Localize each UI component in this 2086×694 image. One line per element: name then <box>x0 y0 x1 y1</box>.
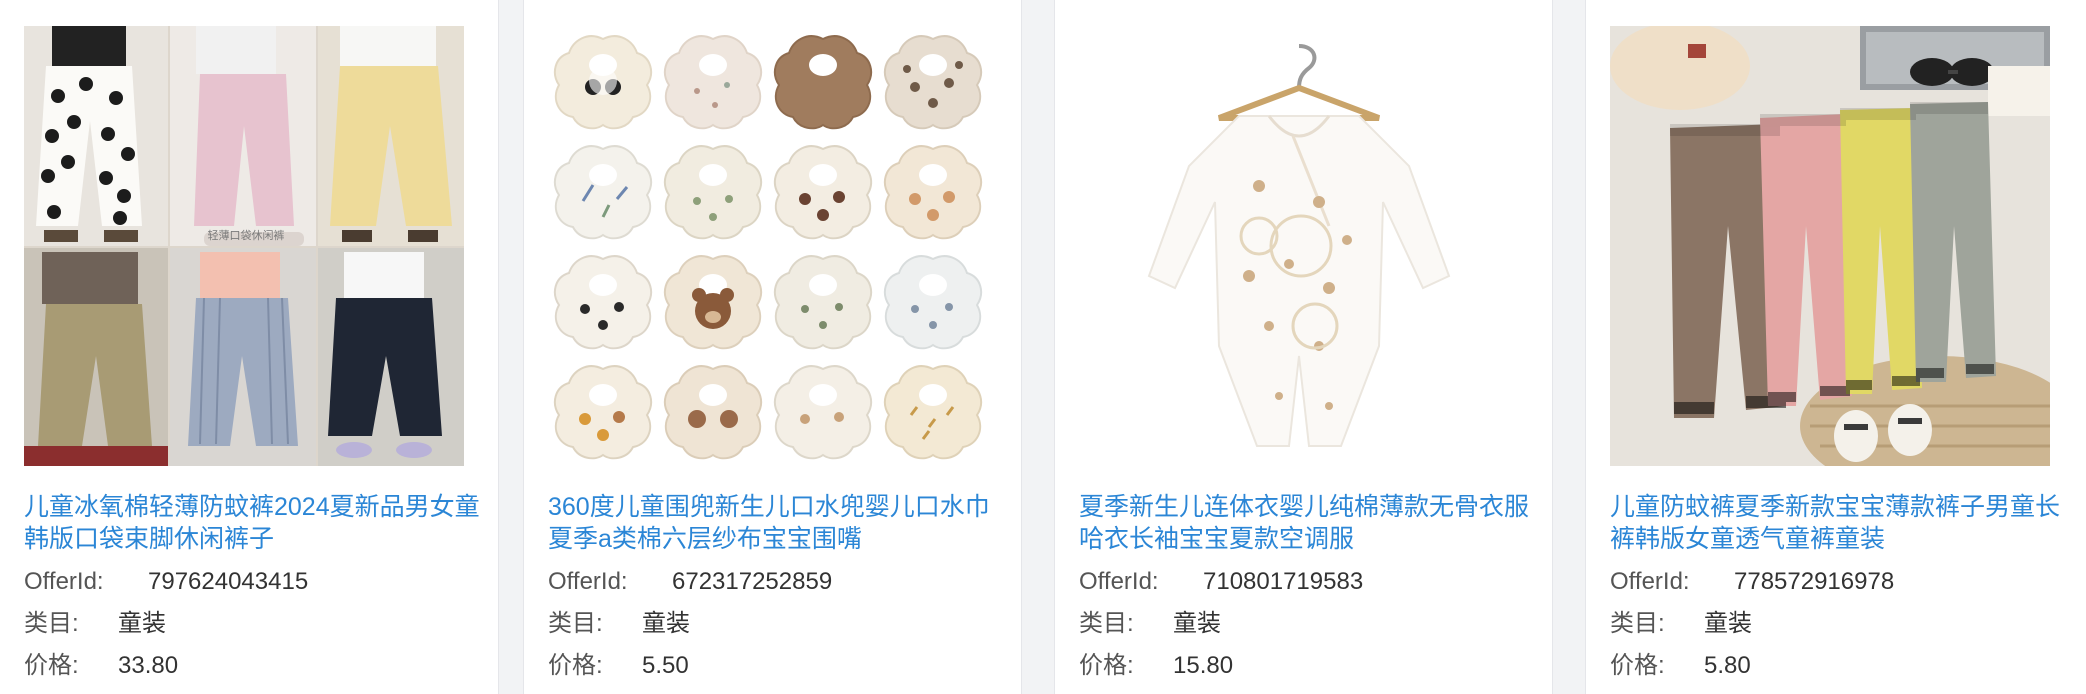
category-value: 童装 <box>642 610 690 637</box>
category-value: 童装 <box>1704 610 1752 637</box>
product-grid: 轻薄口袋休闲裤 儿童冰氧棉轻薄防蚊裤2024夏新品男女童韩版口袋束脚休闲裤子 O… <box>0 0 2086 694</box>
price-value: 5.50 <box>642 652 689 679</box>
product-image[interactable]: 轻薄口袋休闲裤 <box>24 26 464 466</box>
offer-id-value: 778572916978 <box>1734 568 1895 595</box>
category-row: 类目: 童装 <box>1079 608 1221 640</box>
category-label: 类目: <box>1079 610 1134 637</box>
image-caption: 轻薄口袋休闲裤 <box>208 228 285 242</box>
price-row: 价格: 5.50 <box>548 650 689 682</box>
product-title-link[interactable]: 儿童冰氧棉轻薄防蚊裤2024夏新品男女童韩版口袋束脚休闲裤子 <box>24 491 484 555</box>
product-image[interactable] <box>1079 26 1519 466</box>
price-value: 33.80 <box>118 652 179 679</box>
price-label: 价格: <box>548 652 603 679</box>
offer-id-row: OfferId: 710801719583 <box>1079 566 1363 598</box>
product-title-link[interactable]: 儿童防蚊裤夏季新款宝宝薄款裤子男童长裤韩版女童透气童裤童装 <box>1610 491 2070 555</box>
offer-id-value: 797624043415 <box>148 568 309 595</box>
offer-id-label: OfferId: <box>1610 568 1690 595</box>
category-value: 童装 <box>1173 610 1221 637</box>
price-row: 价格: 15.80 <box>1079 650 1233 682</box>
offer-id-row: OfferId: 672317252859 <box>548 566 832 598</box>
price-value: 15.80 <box>1173 652 1234 679</box>
offer-id-label: OfferId: <box>548 568 628 595</box>
product-card[interactable]: 夏季新生儿连体衣婴儿纯棉薄款无骨衣服哈衣长袖宝宝夏款空调服 OfferId: 71… <box>1054 0 1553 694</box>
category-value: 童装 <box>118 610 166 637</box>
price-row: 价格: 5.80 <box>1610 650 1751 682</box>
product-title-link[interactable]: 360度儿童围兜新生儿口水兜婴儿口水巾夏季a类棉六层纱布宝宝围嘴 <box>548 491 1008 555</box>
category-label: 类目: <box>1610 610 1665 637</box>
kids-pants-flatlay-photo <box>1610 26 2050 466</box>
offer-id-label: OfferId: <box>1079 568 1159 595</box>
kids-pants-collage-photo: 轻薄口袋休闲裤 <box>24 26 464 466</box>
baby-bibs-grid-photo <box>548 26 988 466</box>
category-label: 类目: <box>548 610 603 637</box>
offer-id-value: 672317252859 <box>672 568 833 595</box>
product-title-link[interactable]: 夏季新生儿连体衣婴儿纯棉薄款无骨衣服哈衣长袖宝宝夏款空调服 <box>1079 491 1539 555</box>
product-image[interactable] <box>1610 26 2050 466</box>
baby-romper-photo <box>1079 26 1519 466</box>
price-value: 5.80 <box>1704 652 1751 679</box>
price-label: 价格: <box>1079 652 1134 679</box>
price-row: 价格: 33.80 <box>24 650 178 682</box>
offer-id-row: OfferId: 778572916978 <box>1610 566 1894 598</box>
product-image[interactable] <box>548 26 988 466</box>
category-row: 类目: 童装 <box>548 608 690 640</box>
product-card[interactable]: 360度儿童围兜新生儿口水兜婴儿口水巾夏季a类棉六层纱布宝宝围嘴 OfferId… <box>523 0 1022 694</box>
category-label: 类目: <box>24 610 79 637</box>
offer-id-value: 710801719583 <box>1203 568 1364 595</box>
category-row: 类目: 童装 <box>1610 608 1752 640</box>
price-label: 价格: <box>1610 652 1665 679</box>
offer-id-label: OfferId: <box>24 568 104 595</box>
price-label: 价格: <box>24 652 79 679</box>
category-row: 类目: 童装 <box>24 608 166 640</box>
product-card[interactable]: 轻薄口袋休闲裤 儿童冰氧棉轻薄防蚊裤2024夏新品男女童韩版口袋束脚休闲裤子 O… <box>0 0 499 694</box>
offer-id-row: OfferId: 797624043415 <box>24 566 308 598</box>
product-card[interactable]: 儿童防蚊裤夏季新款宝宝薄款裤子男童长裤韩版女童透气童裤童装 OfferId: 77… <box>1585 0 2086 694</box>
